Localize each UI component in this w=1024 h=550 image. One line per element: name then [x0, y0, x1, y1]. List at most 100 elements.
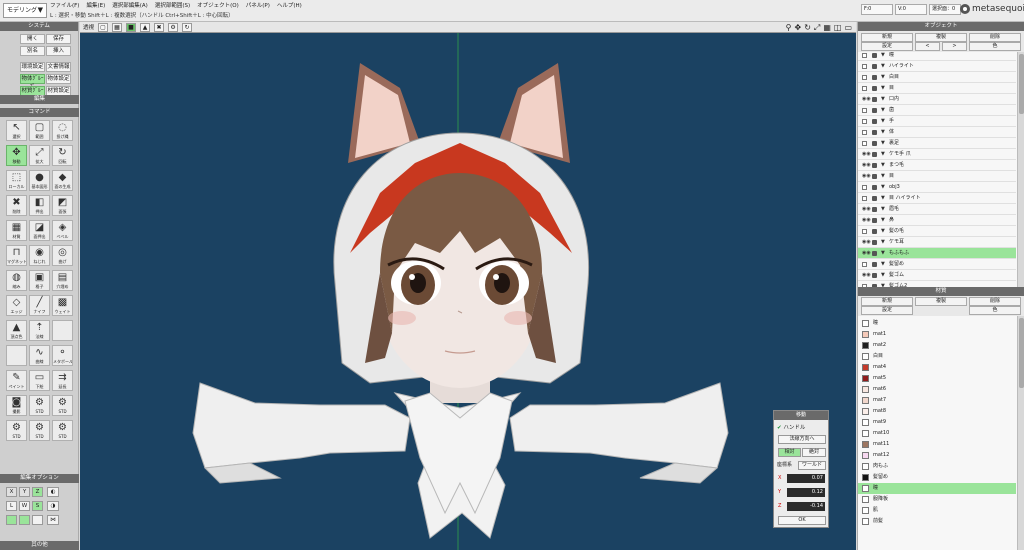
underlay-tool[interactable]: ▭ 下絵	[29, 370, 50, 391]
lock-icon[interactable]	[872, 196, 877, 201]
material-row[interactable]: 肌	[858, 505, 1016, 516]
axis-toggle-x[interactable]: X	[6, 487, 17, 497]
object-row[interactable]: ◉◉ ▼ 眉毛	[858, 204, 1016, 215]
mirror-icon[interactable]: ◑	[47, 501, 59, 511]
object-row[interactable]: ▼ 髪の毛	[858, 226, 1016, 237]
object-button-4[interactable]: <	[915, 42, 940, 51]
material-row[interactable]: 瞳	[858, 483, 1016, 494]
curve-tool[interactable]: ∿ 曲線	[29, 345, 50, 366]
empty-tool-1[interactable]	[52, 320, 73, 341]
menu-item[interactable]: 編集(E)	[86, 2, 105, 11]
grid-icon[interactable]: ▦	[112, 22, 123, 32]
view-mode-label[interactable]: 透視	[83, 23, 94, 31]
magnet-tool[interactable]: ⊓ マグネット	[6, 245, 27, 266]
std-tool-4[interactable]: ⚙ STD	[29, 420, 50, 441]
lasso-tool[interactable]: ◌ 投げ縄	[52, 120, 73, 141]
menu-item[interactable]: ヘルプ(H)	[277, 2, 302, 11]
shrink-tool[interactable]: ◍ 縮み	[6, 270, 27, 291]
object-button-3[interactable]: 設定	[861, 42, 913, 51]
axis-toggle-y[interactable]: Y	[19, 487, 30, 497]
object-scrollbar[interactable]	[1017, 52, 1024, 287]
primitive-tool[interactable]: ● 基本図形	[29, 170, 50, 191]
face-tool[interactable]: ◩ 面張	[52, 195, 73, 216]
menu-item[interactable]: パネル(P)	[246, 2, 270, 11]
view-nav-icon[interactable]: ◫	[834, 23, 842, 32]
material-row[interactable]: mat4	[858, 362, 1016, 373]
object-scroll-thumb[interactable]	[1019, 54, 1024, 114]
grid-snap-icon[interactable]	[32, 515, 43, 525]
object-row[interactable]: ▼ obj3	[858, 182, 1016, 193]
object-row[interactable]: ▼ 瞳	[858, 52, 1016, 61]
edge-tool[interactable]: ◇ エッジ	[6, 295, 27, 316]
refresh-icon[interactable]: ↻	[182, 22, 193, 32]
lock-icon[interactable]	[872, 163, 877, 168]
view-nav-icon[interactable]: ⚲	[786, 23, 792, 32]
vertex-color-tool[interactable]: ▲ 頂点色	[6, 320, 27, 341]
range-tool[interactable]: ▢ 範囲	[29, 120, 50, 141]
paint-tool[interactable]: ✎ ペイント	[6, 370, 27, 391]
object-row[interactable]: ▼ 髪留め	[858, 259, 1016, 270]
object-row[interactable]: ◉◉ ▼ もふもふ	[858, 248, 1016, 259]
object-button-5[interactable]: >	[942, 42, 967, 51]
select-tool[interactable]: ↖ 選択	[6, 120, 27, 141]
bend-tool[interactable]: ◎ 曲げ	[52, 245, 73, 266]
menu-item[interactable]: 選択部範囲(S)	[155, 2, 190, 11]
object-row[interactable]: ◉◉ ▼ まつ毛	[858, 160, 1016, 171]
lock-icon[interactable]	[872, 251, 877, 256]
lock-icon[interactable]	[872, 174, 877, 179]
system-button[interactable]: 物体ｸﾞﾙｰﾌﾟ	[20, 74, 45, 90]
eye-icon[interactable]: ◉◉	[862, 206, 871, 213]
system-button[interactable]: 文書情報	[46, 62, 71, 72]
menu-item[interactable]: 選択部編集(A)	[112, 2, 148, 11]
material-row[interactable]: mat6	[858, 384, 1016, 395]
material-row[interactable]: mat7	[858, 395, 1016, 406]
eye-icon[interactable]: ◉◉	[862, 250, 871, 257]
view-nav-icon[interactable]: ⤢	[814, 23, 820, 32]
sym-icon[interactable]	[6, 515, 17, 525]
fill-tool[interactable]: ▤ 穴埋め	[52, 270, 73, 291]
metaball-tool[interactable]: ⚬ メタボール	[52, 345, 73, 366]
visibility-checkbox[interactable]	[862, 141, 867, 146]
object-button-1[interactable]: 複製	[915, 33, 967, 42]
viewport[interactable]: 透視 ▢ ▦ ■ ▲ ✖ ⚙ ↻ ⚲ ✥ ↻ ⤢ ▦ ◫ ▭ 移動 ✔ ハンドル…	[80, 22, 856, 550]
camera-tool[interactable]: ◙ 撮影	[6, 395, 27, 416]
material-row[interactable]: mat12	[858, 450, 1016, 461]
delete-tool[interactable]: ✖ 削除	[6, 195, 27, 216]
system-button[interactable]: 物体設定	[46, 74, 71, 84]
std-tool-3[interactable]: ⚙ STD	[6, 420, 27, 441]
object-button-2[interactable]: 削除	[969, 33, 1021, 42]
material-button-2[interactable]: 削除	[969, 297, 1021, 306]
material-button-1[interactable]: 複製	[915, 297, 967, 306]
butterfly-icon[interactable]: ⋈	[47, 515, 59, 525]
lock-icon[interactable]	[872, 262, 877, 267]
visibility-checkbox[interactable]	[862, 229, 867, 234]
z-value-field[interactable]: -0.14	[787, 502, 825, 511]
move-tool[interactable]: ✥ 移動	[6, 145, 27, 166]
lock-icon[interactable]	[872, 218, 877, 223]
lock-icon[interactable]	[872, 273, 877, 278]
lock-icon[interactable]	[872, 229, 877, 234]
material-row[interactable]: mat2	[858, 340, 1016, 351]
material-row[interactable]: 瞳	[858, 318, 1016, 329]
object-row[interactable]: ◉◉ ▼ 鼻	[858, 215, 1016, 226]
material-row[interactable]: mat11	[858, 439, 1016, 450]
menu-item[interactable]: ファイル(F)	[50, 2, 79, 11]
eye-icon[interactable]: ◉◉	[862, 239, 871, 246]
visibility-checkbox[interactable]	[862, 64, 867, 69]
object-row[interactable]: ◉◉ ▼ 髪ゴム	[858, 270, 1016, 281]
object-row[interactable]: ▼ 体	[858, 127, 1016, 138]
object-row[interactable]: ◉◉ ▼ ケモ耳	[858, 237, 1016, 248]
extrude-tool[interactable]: ◧ 押出	[29, 195, 50, 216]
lock-icon[interactable]	[872, 53, 877, 58]
normal-direction-button[interactable]: 法線方向へ	[778, 435, 826, 444]
lock-icon[interactable]	[872, 86, 877, 91]
lock-icon[interactable]	[872, 97, 877, 102]
light-icon[interactable]: ▲	[140, 22, 151, 32]
lock-icon[interactable]	[872, 185, 877, 190]
material-row[interactable]: mat8	[858, 406, 1016, 417]
object-row[interactable]: ▼ 目	[858, 83, 1016, 94]
empty-tool-2[interactable]	[6, 345, 27, 366]
object-row[interactable]: ▼ 裏足	[858, 138, 1016, 149]
visibility-checkbox[interactable]	[862, 119, 867, 124]
lock-icon[interactable]	[872, 141, 877, 146]
